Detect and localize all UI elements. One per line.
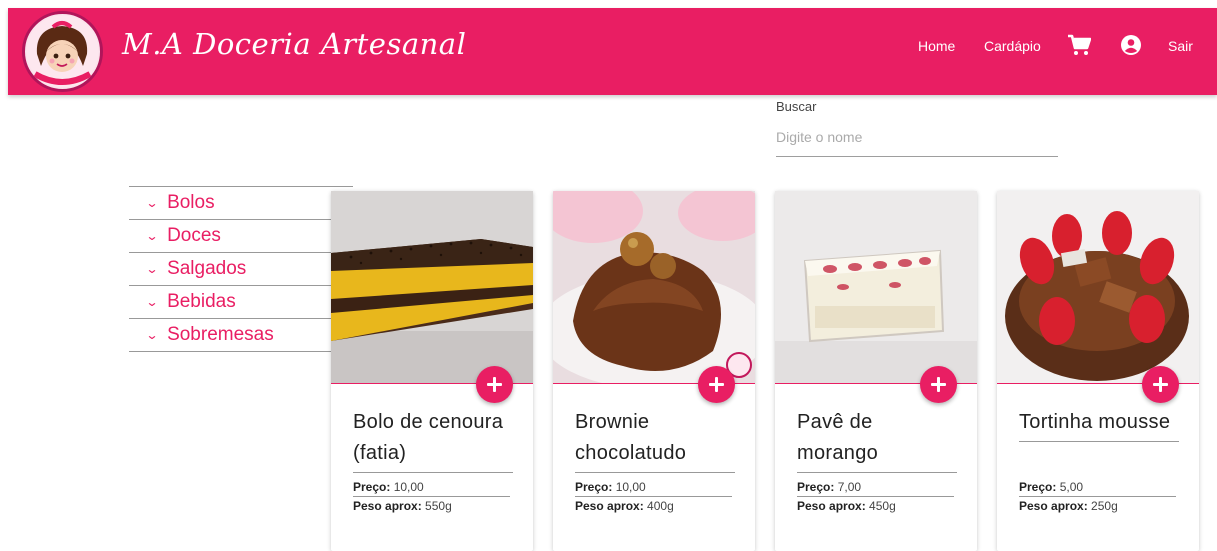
user-icon[interactable]: [1120, 34, 1142, 60]
product-price: 10,00: [393, 480, 424, 494]
category-label: Sobremesas: [167, 324, 274, 345]
product-weight: 250g: [1091, 499, 1118, 513]
add-to-cart-button[interactable]: [476, 366, 513, 403]
add-to-cart-button[interactable]: [920, 366, 957, 403]
category-item-bolos[interactable]: ⌄ Bolos: [129, 187, 353, 220]
product-weight: 450g: [869, 499, 896, 513]
category-item-doces[interactable]: ⌄ Doces: [129, 220, 353, 253]
search-box: Buscar: [776, 97, 1058, 157]
chevron-down-icon: ⌄: [145, 262, 159, 276]
brand-name[interactable]: M.A Doceria Artesanal: [122, 27, 466, 61]
category-label: Salgados: [167, 258, 247, 279]
chevron-down-icon: ⌄: [145, 328, 159, 342]
product-name: Tortinha mousse: [1019, 407, 1179, 442]
product-name: Pavê de morango: [797, 407, 957, 473]
product-price: 7,00: [837, 480, 862, 494]
product-name: Brownie chocolatudo: [575, 407, 735, 473]
top-navbar: M.A Doceria Artesanal Home Cardápio Sair: [8, 8, 1217, 95]
product-price: 5,00: [1059, 480, 1084, 494]
chevron-down-icon: ⌄: [145, 196, 159, 210]
chevron-down-icon: ⌄: [145, 229, 159, 243]
product-info: Preço: 7,00 Peso aprox: 450g: [797, 478, 954, 516]
weight-label: Peso aprox:: [353, 499, 422, 513]
product-name: Bolo de cenoura (fatia): [353, 407, 513, 473]
product-image[interactable]: [775, 191, 977, 384]
product-card[interactable]: Bolo de cenoura (fatia) Preço: 10,00 Pes…: [331, 191, 533, 551]
product-weight: 400g: [647, 499, 674, 513]
weight-label: Peso aprox:: [1019, 499, 1088, 513]
category-label: Bolos: [167, 192, 215, 213]
price-label: Preço:: [1019, 480, 1057, 494]
product-weight: 550g: [425, 499, 452, 513]
search-label: Buscar: [776, 99, 817, 114]
weight-label: Peso aprox:: [797, 499, 866, 513]
product-image[interactable]: [997, 191, 1199, 384]
product-info: Preço: 5,00 Peso aprox: 250g: [1019, 478, 1176, 516]
category-label: Doces: [167, 225, 221, 246]
weight-label: Peso aprox:: [575, 499, 644, 513]
nav-logout[interactable]: Sair: [1168, 38, 1193, 54]
category-item-bebidas[interactable]: ⌄ Bebidas: [129, 286, 353, 319]
nav-home[interactable]: Home: [918, 38, 955, 54]
product-info: Preço: 10,00 Peso aprox: 550g: [353, 478, 510, 516]
price-label: Preço:: [575, 480, 613, 494]
add-to-cart-button[interactable]: [698, 366, 735, 403]
product-image[interactable]: [331, 191, 533, 384]
price-label: Preço:: [797, 480, 835, 494]
product-info: Preço: 10,00 Peso aprox: 400g: [575, 478, 732, 516]
product-price: 10,00: [615, 480, 646, 494]
product-card[interactable]: Brownie chocolatudo Preço: 10,00 Peso ap…: [553, 191, 755, 551]
category-label: Bebidas: [167, 291, 236, 312]
product-image[interactable]: [553, 191, 755, 384]
category-list: ⌄ Bolos ⌄ Doces ⌄ Salgados ⌄ Bebidas ⌄ Sobrem…: [129, 186, 353, 352]
category-item-sobremesas[interactable]: ⌄ Sobremesas: [129, 319, 353, 352]
cart-icon[interactable]: [1067, 34, 1092, 60]
chevron-down-icon: ⌄: [145, 295, 159, 309]
product-card[interactable]: Tortinha mousse Preço: 5,00 Peso aprox: …: [997, 191, 1199, 551]
nav-menu[interactable]: Cardápio: [984, 38, 1041, 54]
price-label: Preço:: [353, 480, 391, 494]
search-input[interactable]: [776, 117, 1058, 157]
category-item-salgados[interactable]: ⌄ Salgados: [129, 253, 353, 286]
add-to-cart-button[interactable]: [1142, 366, 1179, 403]
product-card[interactable]: Pavê de morango Preço: 7,00 Peso aprox: …: [775, 191, 977, 551]
logo[interactable]: [22, 11, 103, 92]
